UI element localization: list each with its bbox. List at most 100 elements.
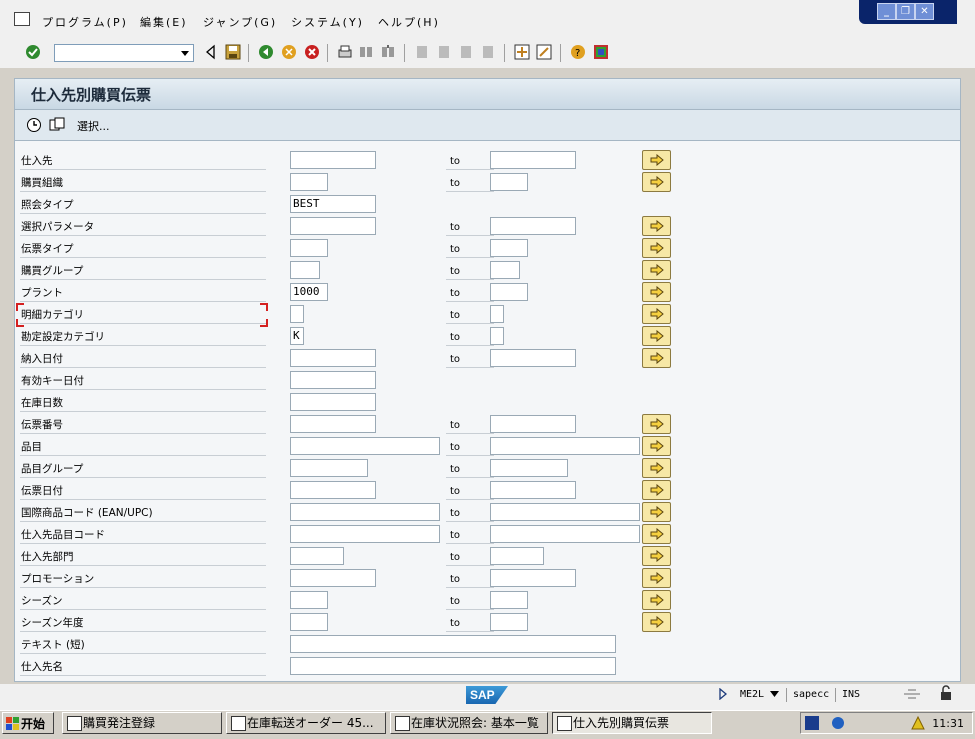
multiple-selection-button[interactable] [642, 436, 671, 456]
menu-edit[interactable]: 編集(E) [140, 14, 188, 30]
to-input[interactable] [490, 173, 528, 191]
enter-check-icon[interactable] [25, 44, 41, 60]
from-input[interactable] [290, 371, 376, 389]
multiple-selection-button[interactable] [642, 458, 671, 478]
to-input[interactable] [490, 283, 528, 301]
to-input[interactable] [490, 349, 576, 367]
from-input[interactable]: 1000 [290, 283, 328, 301]
multiple-selection-button[interactable] [642, 590, 671, 610]
save-icon[interactable] [225, 44, 241, 60]
exit-icon[interactable] [281, 44, 297, 60]
previous-page-icon[interactable] [436, 44, 452, 60]
multiple-selection-button[interactable] [642, 480, 671, 500]
to-input[interactable] [490, 305, 504, 323]
start-button[interactable]: 开始 [2, 712, 54, 734]
find-icon[interactable] [358, 44, 374, 60]
from-input[interactable] [290, 437, 440, 455]
from-input[interactable] [290, 635, 616, 653]
new-session-icon[interactable] [514, 44, 530, 60]
print-icon[interactable] [337, 44, 353, 60]
find-next-icon[interactable] [380, 44, 396, 60]
execute-icon[interactable] [26, 117, 42, 133]
get-variant-icon[interactable] [49, 117, 65, 133]
multiple-selection-button[interactable] [642, 348, 671, 368]
customize-layout-icon[interactable] [593, 44, 609, 60]
restore-icon[interactable]: ❐ [896, 3, 915, 20]
task-button-active[interactable]: 仕入先別購買伝票 [552, 712, 712, 734]
multiple-selection-button[interactable] [642, 260, 671, 280]
command-field[interactable] [54, 44, 194, 62]
first-page-icon[interactable] [414, 44, 430, 60]
menu-program[interactable]: プログラム(P) [42, 14, 128, 30]
multiple-selection-button[interactable] [642, 238, 671, 258]
multiple-selection-button[interactable] [642, 524, 671, 544]
multiple-selection-button[interactable] [642, 216, 671, 236]
multiple-selection-button[interactable] [642, 282, 671, 302]
to-input[interactable] [490, 591, 528, 609]
close-icon[interactable]: ✕ [915, 3, 934, 20]
status-expand-icon[interactable] [718, 688, 728, 700]
from-input[interactable] [290, 393, 376, 411]
multiple-selection-button[interactable] [642, 172, 671, 192]
menu-system[interactable]: システム(Y) [291, 14, 364, 30]
multiple-selection-button[interactable] [642, 612, 671, 632]
window-menu-icon[interactable] [14, 12, 30, 26]
task-button[interactable]: 在庫状況照会: 基本一覧 [390, 712, 548, 734]
from-input[interactable] [290, 217, 376, 235]
help-icon[interactable]: ? [570, 44, 586, 60]
to-input[interactable] [490, 217, 576, 235]
multiple-selection-button[interactable] [642, 502, 671, 522]
next-page-icon[interactable] [458, 44, 474, 60]
multiple-selection-button[interactable] [642, 414, 671, 434]
to-input[interactable] [490, 481, 576, 499]
multiple-selection-button[interactable] [642, 150, 671, 170]
back-icon[interactable] [258, 44, 274, 60]
last-page-icon[interactable] [480, 44, 496, 60]
from-input[interactable] [290, 239, 328, 257]
to-input[interactable] [490, 525, 640, 543]
to-input[interactable] [490, 613, 528, 631]
from-input[interactable] [290, 547, 344, 565]
warning-icon[interactable] [911, 716, 925, 730]
from-input[interactable]: BEST [290, 195, 376, 213]
from-input[interactable] [290, 459, 368, 477]
from-input[interactable] [290, 415, 376, 433]
shortcut-icon[interactable] [536, 44, 552, 60]
to-input[interactable] [490, 437, 640, 455]
menu-help[interactable]: ヘルプ(H) [378, 14, 440, 30]
from-input[interactable] [290, 349, 376, 367]
from-input[interactable] [290, 503, 440, 521]
from-input[interactable] [290, 569, 376, 587]
chevron-down-icon[interactable] [179, 47, 191, 59]
to-input[interactable] [490, 503, 640, 521]
minimize-icon[interactable]: _ [877, 3, 896, 20]
from-input[interactable] [290, 481, 376, 499]
to-input[interactable] [490, 327, 504, 345]
from-input[interactable] [290, 305, 304, 323]
from-input[interactable] [290, 591, 328, 609]
task-button[interactable]: 在庫転送オーダー 45... [226, 712, 386, 734]
from-input[interactable] [290, 525, 440, 543]
to-input[interactable] [490, 415, 576, 433]
language-icon[interactable] [805, 716, 819, 730]
cancel-icon[interactable] [304, 44, 320, 60]
chevron-down-icon[interactable] [770, 690, 779, 698]
task-button[interactable]: 購買発注登録 [62, 712, 222, 734]
collapse-left-icon[interactable] [203, 44, 219, 60]
from-input[interactable] [290, 613, 328, 631]
from-input[interactable]: K [290, 327, 304, 345]
to-input[interactable] [490, 547, 544, 565]
lock-icon[interactable] [938, 685, 954, 701]
to-input[interactable] [490, 239, 528, 257]
multiple-selection-button[interactable] [642, 326, 671, 346]
from-input[interactable] [290, 173, 328, 191]
select-button[interactable]: 選択... [77, 118, 110, 134]
menu-goto[interactable]: ジャンプ(G) [203, 14, 277, 30]
multiple-selection-button[interactable] [642, 568, 671, 588]
from-input[interactable] [290, 261, 320, 279]
from-input[interactable] [290, 657, 616, 675]
to-input[interactable] [490, 151, 576, 169]
multiple-selection-button[interactable] [642, 304, 671, 324]
from-input[interactable] [290, 151, 376, 169]
help-tray-icon[interactable] [831, 716, 845, 730]
